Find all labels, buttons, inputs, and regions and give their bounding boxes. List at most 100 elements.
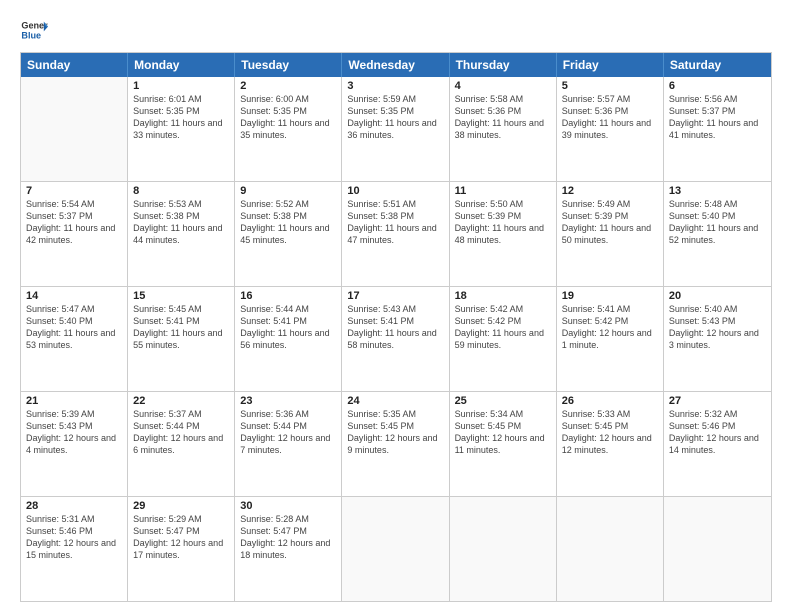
day-cell: 17Sunrise: 5:43 AMSunset: 5:41 PMDayligh… xyxy=(342,287,449,391)
day-cell: 25Sunrise: 5:34 AMSunset: 5:45 PMDayligh… xyxy=(450,392,557,496)
day-number: 26 xyxy=(562,395,658,407)
calendar-row: 7Sunrise: 5:54 AMSunset: 5:37 PMDaylight… xyxy=(21,181,771,286)
day-number: 2 xyxy=(240,80,336,92)
day-number: 8 xyxy=(133,185,229,197)
weekday-header: Wednesday xyxy=(342,53,449,77)
day-cell: 22Sunrise: 5:37 AMSunset: 5:44 PMDayligh… xyxy=(128,392,235,496)
day-info: Sunrise: 5:53 AMSunset: 5:38 PMDaylight:… xyxy=(133,198,229,247)
day-cell: 24Sunrise: 5:35 AMSunset: 5:45 PMDayligh… xyxy=(342,392,449,496)
day-number: 20 xyxy=(669,290,766,302)
day-cell: 13Sunrise: 5:48 AMSunset: 5:40 PMDayligh… xyxy=(664,182,771,286)
day-cell: 21Sunrise: 5:39 AMSunset: 5:43 PMDayligh… xyxy=(21,392,128,496)
day-info: Sunrise: 5:52 AMSunset: 5:38 PMDaylight:… xyxy=(240,198,336,247)
empty-cell xyxy=(450,497,557,601)
day-cell: 23Sunrise: 5:36 AMSunset: 5:44 PMDayligh… xyxy=(235,392,342,496)
empty-cell xyxy=(664,497,771,601)
weekday-header: Saturday xyxy=(664,53,771,77)
day-info: Sunrise: 5:59 AMSunset: 5:35 PMDaylight:… xyxy=(347,93,443,142)
day-cell: 6Sunrise: 5:56 AMSunset: 5:37 PMDaylight… xyxy=(664,77,771,181)
calendar: SundayMondayTuesdayWednesdayThursdayFrid… xyxy=(20,52,772,602)
day-number: 1 xyxy=(133,80,229,92)
day-number: 23 xyxy=(240,395,336,407)
day-info: Sunrise: 5:50 AMSunset: 5:39 PMDaylight:… xyxy=(455,198,551,247)
day-cell: 9Sunrise: 5:52 AMSunset: 5:38 PMDaylight… xyxy=(235,182,342,286)
day-info: Sunrise: 5:47 AMSunset: 5:40 PMDaylight:… xyxy=(26,303,122,352)
day-info: Sunrise: 5:44 AMSunset: 5:41 PMDaylight:… xyxy=(240,303,336,352)
day-number: 13 xyxy=(669,185,766,197)
day-cell: 27Sunrise: 5:32 AMSunset: 5:46 PMDayligh… xyxy=(664,392,771,496)
calendar-row: 14Sunrise: 5:47 AMSunset: 5:40 PMDayligh… xyxy=(21,286,771,391)
day-number: 12 xyxy=(562,185,658,197)
day-info: Sunrise: 5:45 AMSunset: 5:41 PMDaylight:… xyxy=(133,303,229,352)
page: General Blue SundayMondayTuesdayWednesda… xyxy=(0,0,792,612)
empty-cell xyxy=(342,497,449,601)
day-info: Sunrise: 5:31 AMSunset: 5:46 PMDaylight:… xyxy=(26,513,122,562)
day-number: 28 xyxy=(26,500,122,512)
day-info: Sunrise: 5:32 AMSunset: 5:46 PMDaylight:… xyxy=(669,408,766,457)
svg-text:Blue: Blue xyxy=(21,30,41,40)
day-cell: 15Sunrise: 5:45 AMSunset: 5:41 PMDayligh… xyxy=(128,287,235,391)
day-cell: 29Sunrise: 5:29 AMSunset: 5:47 PMDayligh… xyxy=(128,497,235,601)
logo: General Blue xyxy=(20,16,48,44)
weekday-header: Sunday xyxy=(21,53,128,77)
calendar-row: 1Sunrise: 6:01 AMSunset: 5:35 PMDaylight… xyxy=(21,77,771,181)
weekday-header: Monday xyxy=(128,53,235,77)
calendar-row: 28Sunrise: 5:31 AMSunset: 5:46 PMDayligh… xyxy=(21,496,771,601)
day-cell: 28Sunrise: 5:31 AMSunset: 5:46 PMDayligh… xyxy=(21,497,128,601)
day-number: 22 xyxy=(133,395,229,407)
empty-cell xyxy=(21,77,128,181)
day-info: Sunrise: 5:39 AMSunset: 5:43 PMDaylight:… xyxy=(26,408,122,457)
day-number: 17 xyxy=(347,290,443,302)
day-number: 30 xyxy=(240,500,336,512)
day-cell: 19Sunrise: 5:41 AMSunset: 5:42 PMDayligh… xyxy=(557,287,664,391)
calendar-body: 1Sunrise: 6:01 AMSunset: 5:35 PMDaylight… xyxy=(21,77,771,601)
day-cell: 3Sunrise: 5:59 AMSunset: 5:35 PMDaylight… xyxy=(342,77,449,181)
day-number: 11 xyxy=(455,185,551,197)
day-number: 16 xyxy=(240,290,336,302)
day-number: 6 xyxy=(669,80,766,92)
day-number: 10 xyxy=(347,185,443,197)
day-number: 19 xyxy=(562,290,658,302)
day-info: Sunrise: 5:29 AMSunset: 5:47 PMDaylight:… xyxy=(133,513,229,562)
day-number: 27 xyxy=(669,395,766,407)
day-cell: 30Sunrise: 5:28 AMSunset: 5:47 PMDayligh… xyxy=(235,497,342,601)
day-cell: 12Sunrise: 5:49 AMSunset: 5:39 PMDayligh… xyxy=(557,182,664,286)
day-number: 7 xyxy=(26,185,122,197)
day-info: Sunrise: 5:56 AMSunset: 5:37 PMDaylight:… xyxy=(669,93,766,142)
logo-icon: General Blue xyxy=(20,16,48,44)
day-info: Sunrise: 5:35 AMSunset: 5:45 PMDaylight:… xyxy=(347,408,443,457)
day-info: Sunrise: 5:36 AMSunset: 5:44 PMDaylight:… xyxy=(240,408,336,457)
day-cell: 8Sunrise: 5:53 AMSunset: 5:38 PMDaylight… xyxy=(128,182,235,286)
day-info: Sunrise: 5:40 AMSunset: 5:43 PMDaylight:… xyxy=(669,303,766,352)
day-cell: 14Sunrise: 5:47 AMSunset: 5:40 PMDayligh… xyxy=(21,287,128,391)
day-info: Sunrise: 5:58 AMSunset: 5:36 PMDaylight:… xyxy=(455,93,551,142)
day-info: Sunrise: 5:28 AMSunset: 5:47 PMDaylight:… xyxy=(240,513,336,562)
day-number: 21 xyxy=(26,395,122,407)
day-info: Sunrise: 6:01 AMSunset: 5:35 PMDaylight:… xyxy=(133,93,229,142)
day-number: 18 xyxy=(455,290,551,302)
day-info: Sunrise: 5:33 AMSunset: 5:45 PMDaylight:… xyxy=(562,408,658,457)
day-info: Sunrise: 5:42 AMSunset: 5:42 PMDaylight:… xyxy=(455,303,551,352)
weekday-header: Tuesday xyxy=(235,53,342,77)
day-info: Sunrise: 5:34 AMSunset: 5:45 PMDaylight:… xyxy=(455,408,551,457)
day-cell: 26Sunrise: 5:33 AMSunset: 5:45 PMDayligh… xyxy=(557,392,664,496)
calendar-row: 21Sunrise: 5:39 AMSunset: 5:43 PMDayligh… xyxy=(21,391,771,496)
day-number: 25 xyxy=(455,395,551,407)
day-number: 15 xyxy=(133,290,229,302)
day-info: Sunrise: 5:54 AMSunset: 5:37 PMDaylight:… xyxy=(26,198,122,247)
day-info: Sunrise: 5:48 AMSunset: 5:40 PMDaylight:… xyxy=(669,198,766,247)
day-cell: 18Sunrise: 5:42 AMSunset: 5:42 PMDayligh… xyxy=(450,287,557,391)
day-info: Sunrise: 5:49 AMSunset: 5:39 PMDaylight:… xyxy=(562,198,658,247)
weekday-header: Friday xyxy=(557,53,664,77)
calendar-header: SundayMondayTuesdayWednesdayThursdayFrid… xyxy=(21,53,771,77)
day-number: 3 xyxy=(347,80,443,92)
day-cell: 7Sunrise: 5:54 AMSunset: 5:37 PMDaylight… xyxy=(21,182,128,286)
day-number: 29 xyxy=(133,500,229,512)
day-cell: 5Sunrise: 5:57 AMSunset: 5:36 PMDaylight… xyxy=(557,77,664,181)
day-cell: 20Sunrise: 5:40 AMSunset: 5:43 PMDayligh… xyxy=(664,287,771,391)
day-cell: 1Sunrise: 6:01 AMSunset: 5:35 PMDaylight… xyxy=(128,77,235,181)
day-cell: 16Sunrise: 5:44 AMSunset: 5:41 PMDayligh… xyxy=(235,287,342,391)
day-cell: 11Sunrise: 5:50 AMSunset: 5:39 PMDayligh… xyxy=(450,182,557,286)
day-cell: 2Sunrise: 6:00 AMSunset: 5:35 PMDaylight… xyxy=(235,77,342,181)
day-info: Sunrise: 5:41 AMSunset: 5:42 PMDaylight:… xyxy=(562,303,658,352)
